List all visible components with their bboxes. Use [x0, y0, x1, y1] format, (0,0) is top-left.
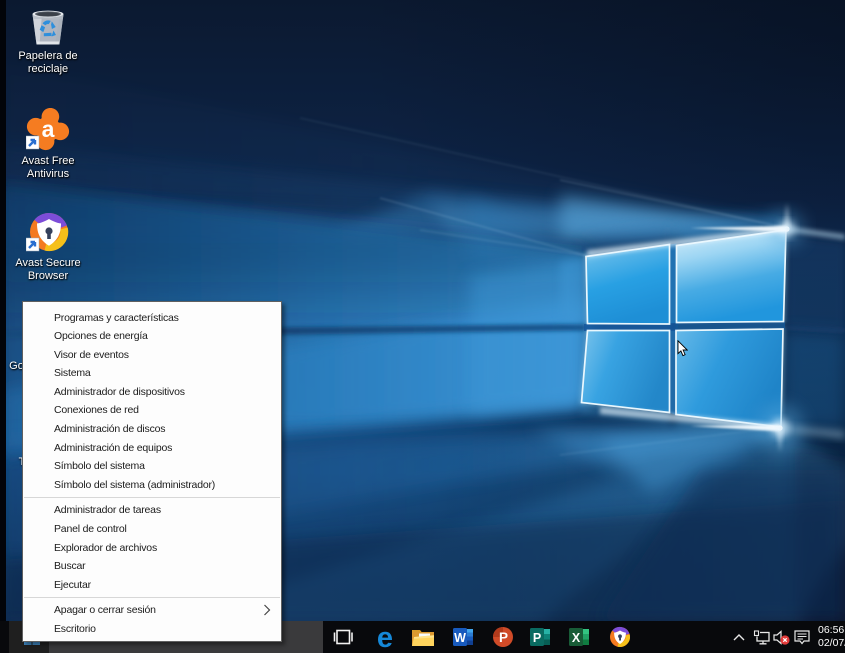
svg-text:X: X [572, 631, 581, 645]
svg-text:P: P [533, 631, 541, 645]
svg-text:W: W [454, 631, 466, 645]
svg-text:a: a [42, 116, 55, 142]
svg-text:e: e [377, 624, 393, 650]
svg-text:P: P [499, 630, 508, 645]
